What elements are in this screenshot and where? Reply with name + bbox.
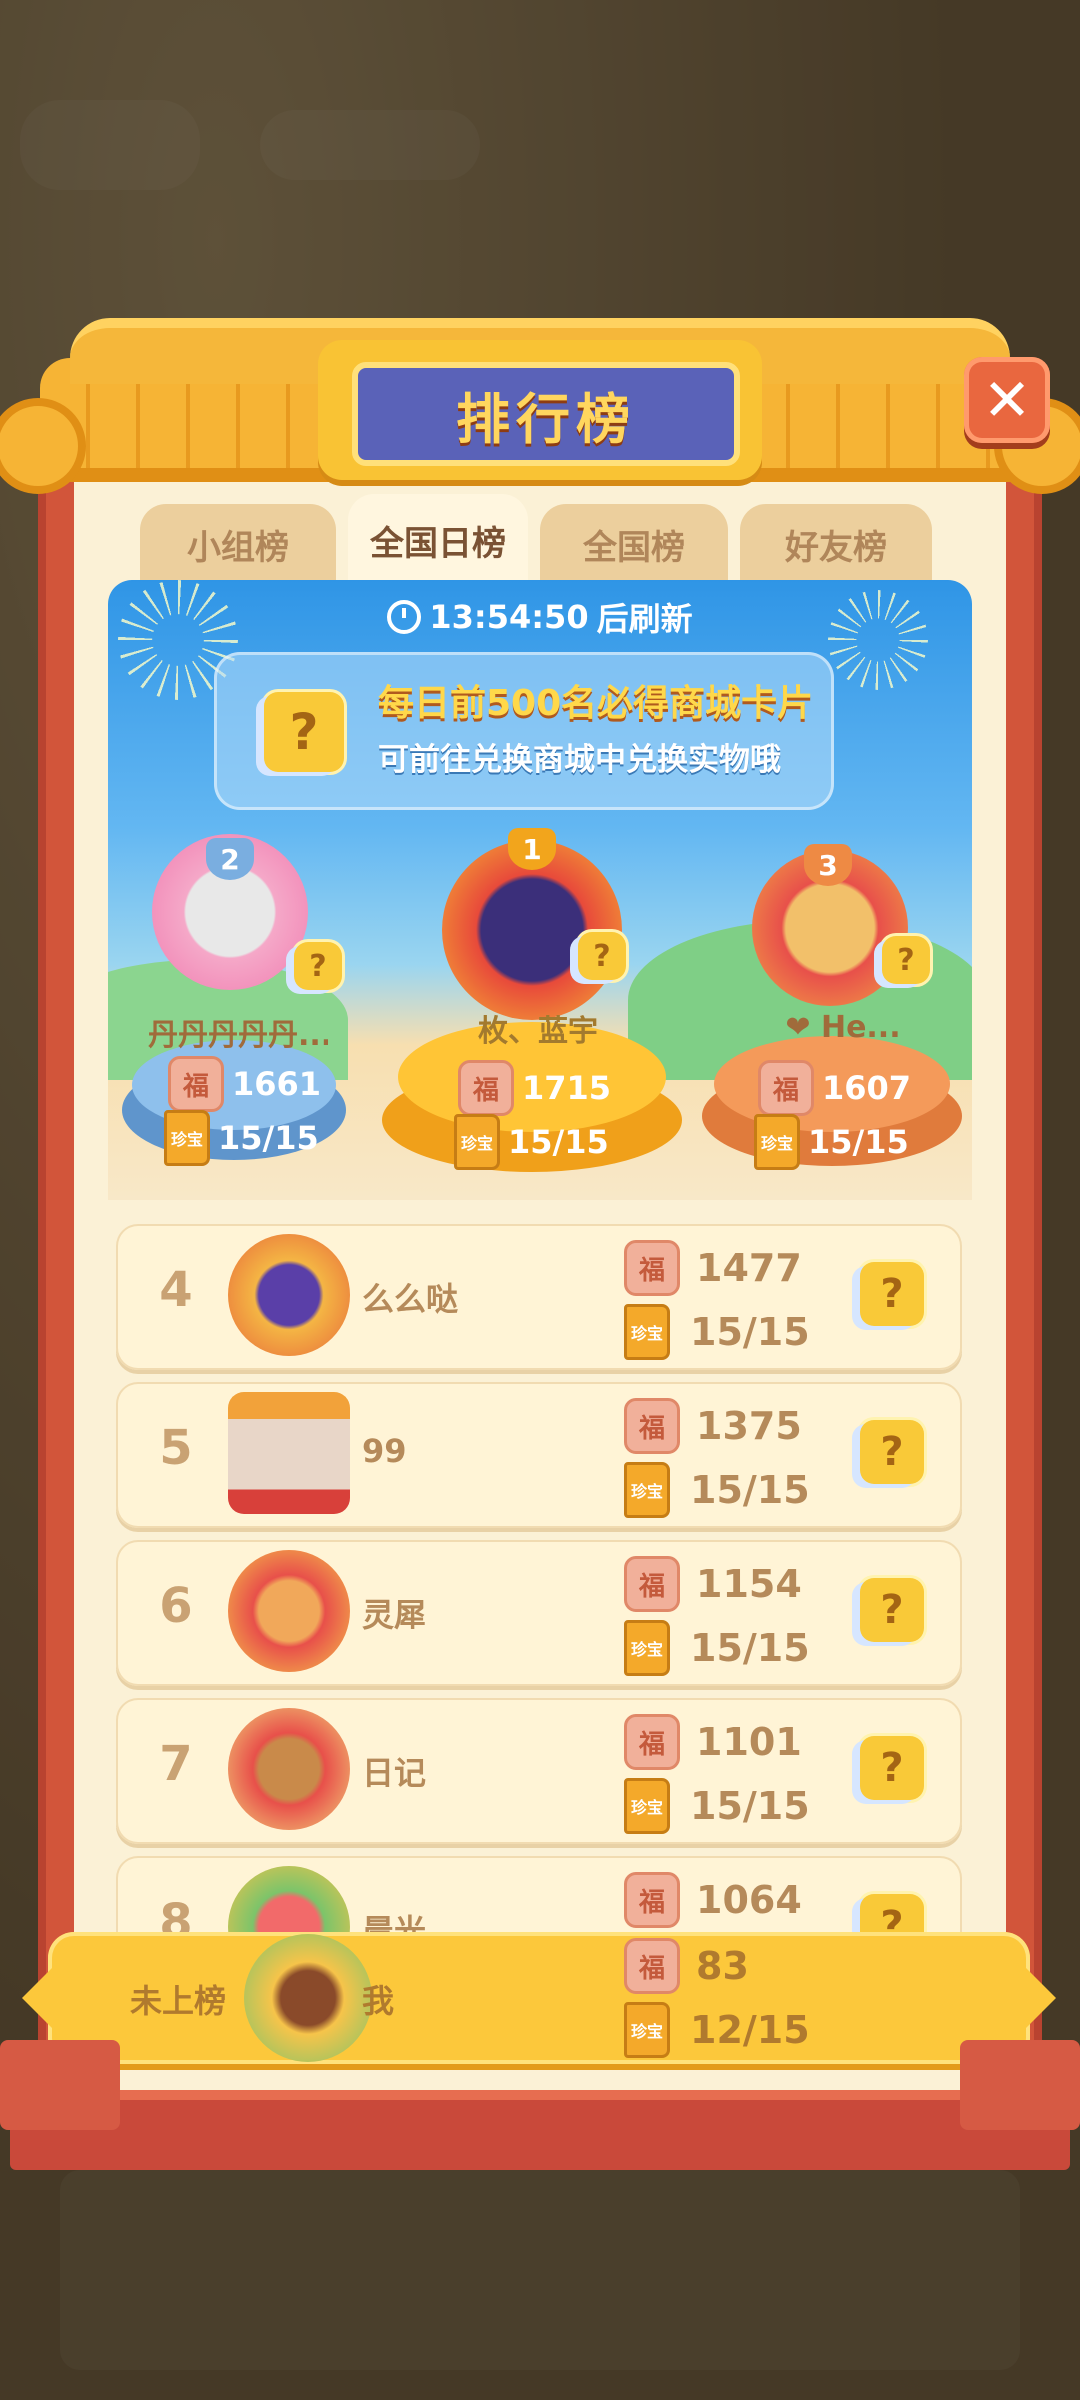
rank-badge: 1	[508, 828, 556, 870]
book-icon: 珍宝	[454, 1114, 500, 1170]
card-icon[interactable]: ?	[860, 1578, 924, 1642]
fu-icon: 福	[458, 1060, 514, 1116]
player-name: 日记	[362, 1754, 427, 1792]
fu-icon: 福	[758, 1060, 814, 1116]
top-three-panel: 13:54:50 后刷新 ? 每日前500名必得商城卡片 可前往兑换商城中兑换实物…	[108, 580, 972, 1200]
my-score: 福 83	[624, 1938, 749, 1994]
frame-base	[0, 2040, 1080, 2170]
book-icon: 珍宝	[754, 1114, 800, 1170]
avatar	[228, 1234, 350, 1356]
rank-badge: 2	[206, 838, 254, 880]
title-plaque: 排行榜	[318, 340, 762, 480]
card-icon[interactable]: ?	[860, 1262, 924, 1326]
score: 福 1661	[168, 1056, 321, 1112]
rank-number: 6	[159, 1578, 193, 1634]
book-icon: 珍宝	[624, 1462, 670, 1518]
list-item[interactable]: 6 灵犀 福 1154 珍宝 15/15 ?	[116, 1540, 962, 1686]
fu-icon: 福	[624, 1714, 680, 1770]
card-count: 珍宝 15/15	[754, 1114, 909, 1170]
rank-number: 5	[159, 1420, 193, 1476]
card-count: 珍宝 15/15	[624, 1778, 810, 1834]
fu-icon: 福	[624, 1556, 680, 1612]
my-rank-status: 未上榜	[130, 1982, 227, 2020]
card-count: 珍宝 15/15	[624, 1462, 810, 1518]
player-name: 灵犀	[362, 1596, 427, 1634]
score: 福 1064	[624, 1872, 802, 1928]
book-icon: 珍宝	[624, 1620, 670, 1676]
score: 福 1101	[624, 1714, 802, 1770]
banner-line-2: 可前往兑换商城中兑换实物哦	[378, 742, 781, 778]
list-item[interactable]: 5 99 福 1375 珍宝 15/15 ?	[116, 1382, 962, 1528]
my-name: 我	[362, 1982, 395, 2020]
player-name: 丹丹丹丹丹...	[148, 1018, 328, 1053]
score: 福 1375	[624, 1398, 802, 1454]
close-button[interactable]: ✕	[964, 357, 1050, 443]
rank-badge: 3	[804, 844, 852, 886]
card-icon[interactable]: ?	[860, 1736, 924, 1800]
rank-number: 4	[159, 1262, 193, 1318]
fu-icon: 福	[624, 1398, 680, 1454]
avatar	[228, 1550, 350, 1672]
avatar	[228, 1392, 350, 1514]
rank-number: 7	[159, 1736, 193, 1792]
card-count: 珍宝 15/15	[624, 1304, 810, 1360]
list-item[interactable]: 7 日记 福 1101 珍宝 15/15 ?	[116, 1698, 962, 1844]
score: 福 1154	[624, 1556, 802, 1612]
card-count: 珍宝 15/15	[164, 1110, 319, 1166]
card-icon: ?	[294, 942, 342, 990]
tab-bar: 小组榜 全国日榜 全国榜 好友榜	[140, 494, 940, 586]
tab-national-daily[interactable]: 全国日榜	[348, 494, 528, 586]
card-icon: ?	[578, 932, 626, 980]
player-name: 么么哒	[362, 1280, 459, 1318]
book-icon: 珍宝	[164, 1110, 210, 1166]
fu-icon: 福	[624, 1872, 680, 1928]
tab-group[interactable]: 小组榜	[140, 504, 336, 584]
score: 福 1607	[758, 1060, 911, 1116]
avatar	[228, 1708, 350, 1830]
reward-banner: ? 每日前500名必得商城卡片 可前往兑换商城中兑换实物哦	[214, 652, 834, 810]
player-name: 99	[362, 1432, 407, 1470]
tab-national[interactable]: 全国榜	[540, 504, 728, 584]
score: 福 1477	[624, 1240, 802, 1296]
player-name: ❤ He...	[785, 1010, 901, 1045]
fu-icon: 福	[624, 1240, 680, 1296]
score: 福 1715	[458, 1060, 611, 1116]
card-icon: ?	[264, 692, 344, 772]
fu-icon: 福	[624, 1938, 680, 1994]
player-name: 枚、蓝宇	[478, 1014, 598, 1049]
close-icon: ✕	[982, 366, 1032, 434]
card-count: 珍宝 15/15	[454, 1114, 609, 1170]
banner-line-1: 每日前500名必得商城卡片	[378, 683, 814, 724]
book-icon: 珍宝	[624, 1304, 670, 1360]
refresh-timer: 13:54:50 后刷新	[108, 594, 972, 640]
clock-icon	[387, 600, 422, 634]
card-count: 珍宝 15/15	[624, 1620, 810, 1676]
card-icon: ?	[882, 936, 930, 984]
book-icon: 珍宝	[624, 1778, 670, 1834]
tab-friends[interactable]: 好友榜	[740, 504, 932, 584]
page-title: 排行榜	[352, 362, 740, 466]
fu-icon: 福	[168, 1056, 224, 1112]
list-item[interactable]: 4 么么哒 福 1477 珍宝 15/15 ?	[116, 1224, 962, 1370]
card-icon[interactable]: ?	[860, 1420, 924, 1484]
